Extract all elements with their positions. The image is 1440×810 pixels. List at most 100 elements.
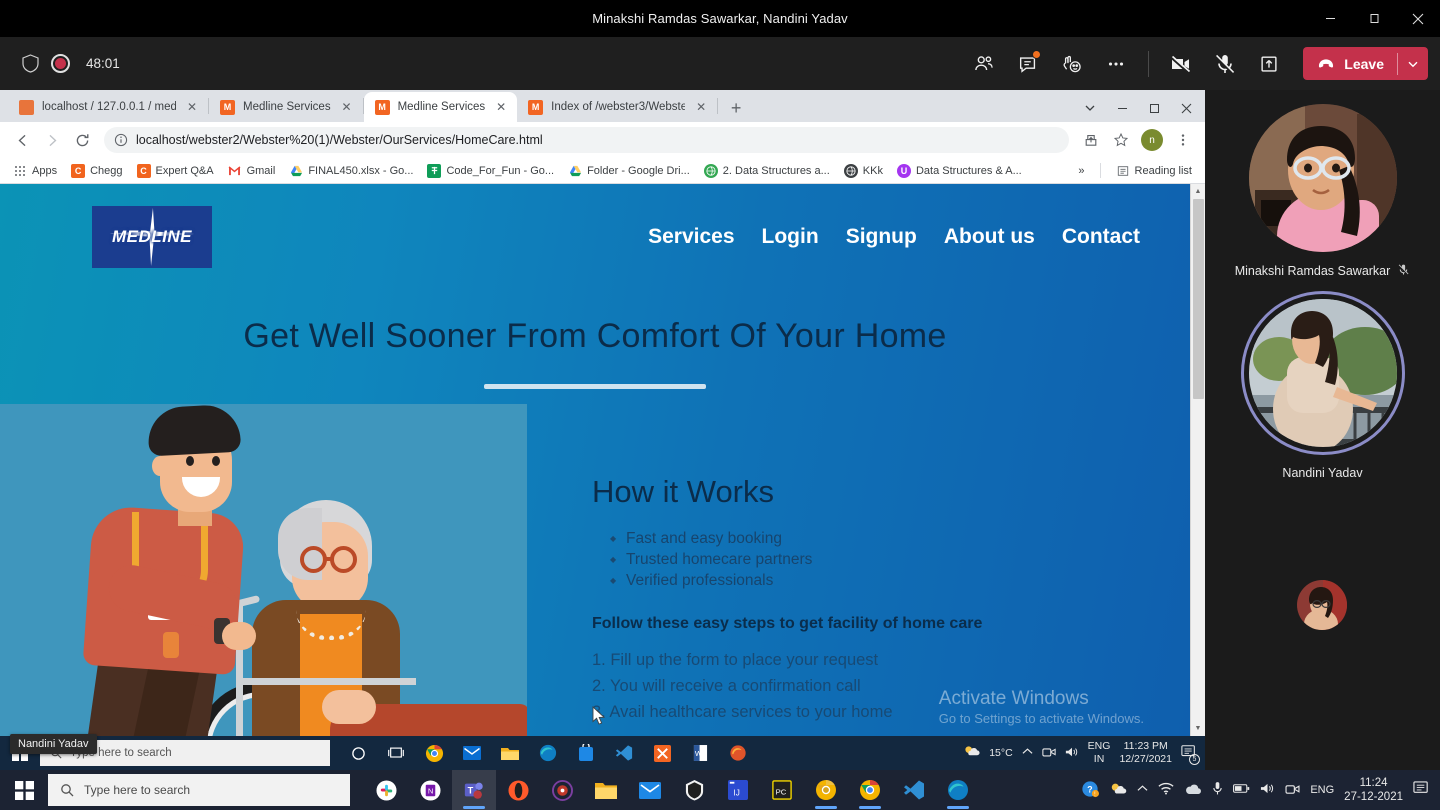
file-explorer-icon[interactable] (584, 770, 628, 810)
show-hidden-icons-icon[interactable] (1137, 784, 1148, 796)
browser-tab[interactable]: M Medline Services ✕ (209, 92, 363, 122)
weather-icon[interactable] (1109, 781, 1127, 800)
intellij-icon[interactable]: IJ (716, 770, 760, 810)
close-icon[interactable] (1396, 0, 1440, 37)
scroll-down-icon[interactable]: ▼ (1191, 721, 1205, 736)
windows-start-icon[interactable] (0, 770, 48, 810)
browser-tab[interactable]: M Index of /webster3/Webster/adm ✕ (517, 92, 717, 122)
bookmark-apps[interactable]: Apps (6, 160, 64, 182)
nav-link-login[interactable]: Login (762, 225, 819, 249)
battery-icon[interactable] (1233, 783, 1250, 797)
edge-icon[interactable] (530, 736, 566, 770)
xampp-icon[interactable] (644, 736, 680, 770)
onenote-icon[interactable]: N (408, 770, 452, 810)
mail-icon[interactable] (628, 770, 672, 810)
participant-tile[interactable]: Minakshi Ramdas Sawarkar (1205, 90, 1440, 279)
leave-button[interactable]: Leave (1303, 47, 1428, 80)
bookmark-item[interactable]: KKk (837, 160, 890, 182)
nav-link-services[interactable]: Services (648, 225, 734, 249)
bookmark-item[interactable]: C Expert Q&A (130, 160, 221, 182)
new-tab-button[interactable]: + (722, 94, 750, 122)
bookmark-item[interactable]: 2. Data Structures a... (697, 160, 837, 182)
taskbar-clock[interactable]: 11:23 PM 12/27/2021 (1119, 740, 1172, 766)
task-view-icon[interactable] (378, 736, 414, 770)
chrome-maximize-icon[interactable] (1139, 94, 1169, 122)
chrome-icon[interactable] (416, 736, 452, 770)
browser-tab[interactable]: localhost / 127.0.0.1 / medical / ✕ (8, 92, 208, 122)
file-explorer-icon[interactable] (492, 736, 528, 770)
share-icon[interactable] (1077, 126, 1105, 154)
medline-logo[interactable]: MEDLINE (92, 205, 212, 268)
reading-list-button[interactable]: Reading list (1109, 160, 1199, 182)
edge-icon[interactable] (936, 770, 980, 810)
page-scrollbar[interactable]: ▲ ▼ (1190, 184, 1205, 736)
tab-search-icon[interactable] (1075, 94, 1105, 122)
brave-icon[interactable] (672, 770, 716, 810)
leave-button-main[interactable]: Leave (1303, 47, 1397, 80)
wifi-icon[interactable] (1158, 782, 1174, 798)
more-icon[interactable] (1094, 44, 1138, 84)
nav-link-contact[interactable]: Contact (1062, 225, 1140, 249)
language-indicator[interactable]: ENG IN (1088, 740, 1111, 766)
taskbar-clock[interactable]: 11:24 27-12-2021 (1344, 776, 1403, 804)
vscode-icon[interactable] (892, 770, 936, 810)
chrome-close-icon[interactable] (1171, 94, 1201, 122)
meet-now-icon[interactable] (1285, 783, 1300, 798)
bookmark-item[interactable]: Gmail (221, 160, 283, 182)
forward-icon[interactable] (38, 126, 66, 154)
reactions-icon[interactable] (1050, 44, 1094, 84)
restore-icon[interactable] (1352, 0, 1396, 37)
share-screen-icon[interactable] (1247, 44, 1291, 84)
participant-tile-active[interactable]: Nandini Yadav (1205, 279, 1440, 480)
camera-off-icon[interactable] (1159, 44, 1203, 84)
bookmarks-overflow-icon[interactable]: » (1071, 160, 1091, 182)
address-bar[interactable]: localhost/webster2/Webster%20(1)/Webster… (104, 127, 1069, 153)
info-icon[interactable] (114, 133, 128, 147)
pycharm-icon[interactable]: PC (760, 770, 804, 810)
scroll-up-icon[interactable]: ▲ (1191, 184, 1205, 199)
disk-icon[interactable] (540, 770, 584, 810)
tab-close-icon[interactable]: ✕ (693, 99, 709, 115)
partly-sunny-icon[interactable] (963, 744, 980, 762)
volume-icon[interactable] (1065, 746, 1079, 761)
avatar-small[interactable] (1297, 580, 1347, 630)
slack-icon[interactable] (364, 770, 408, 810)
nav-link-about-us[interactable]: About us (944, 225, 1035, 249)
chat-icon[interactable] (1006, 44, 1050, 84)
bookmark-item[interactable]: C Chegg (64, 160, 129, 182)
opera-gx-icon[interactable] (496, 770, 540, 810)
onedrive-icon[interactable] (1184, 783, 1202, 798)
kebab-menu-icon[interactable] (1169, 126, 1197, 154)
bookmark-item[interactable]: Code_For_Fun - Go... (420, 160, 561, 182)
notifications-icon[interactable]: 5 (1181, 744, 1200, 765)
mail-icon[interactable] (454, 736, 490, 770)
meet-now-icon[interactable] (1042, 746, 1056, 761)
mic-off-icon[interactable] (1203, 44, 1247, 84)
show-hidden-icons-icon[interactable] (1022, 747, 1033, 759)
people-icon[interactable] (962, 44, 1006, 84)
chevron-down-icon[interactable] (1398, 47, 1428, 80)
store-icon[interactable] (568, 736, 604, 770)
language-indicator[interactable]: ENG (1310, 784, 1334, 796)
browser-tab-active[interactable]: M Medline Services ✕ (363, 92, 518, 122)
help-icon[interactable]: ?! (1081, 780, 1100, 801)
microphone-icon[interactable] (1212, 781, 1223, 799)
vscode-icon[interactable] (606, 736, 642, 770)
star-icon[interactable] (1107, 126, 1135, 154)
cortana-icon[interactable] (340, 736, 376, 770)
minimize-icon[interactable] (1308, 0, 1352, 37)
chrome-icon[interactable] (848, 770, 892, 810)
back-icon[interactable] (8, 126, 36, 154)
bookmark-item[interactable]: Folder - Google Dri... (561, 160, 697, 182)
tab-close-icon[interactable]: ✕ (184, 99, 200, 115)
bookmark-item[interactable]: U Data Structures & A... (890, 160, 1029, 182)
reload-icon[interactable] (68, 126, 96, 154)
tab-close-icon[interactable]: ✕ (339, 99, 355, 115)
bookmark-item[interactable]: FINAL450.xlsx - Go... (282, 160, 420, 182)
scrollbar-thumb[interactable] (1193, 199, 1204, 399)
notifications-icon[interactable] (1413, 780, 1430, 800)
volume-icon[interactable] (1260, 782, 1275, 798)
avatar[interactable]: n (1141, 129, 1163, 151)
firefox-icon[interactable] (720, 736, 756, 770)
search-input[interactable]: Type here to search (48, 774, 350, 806)
